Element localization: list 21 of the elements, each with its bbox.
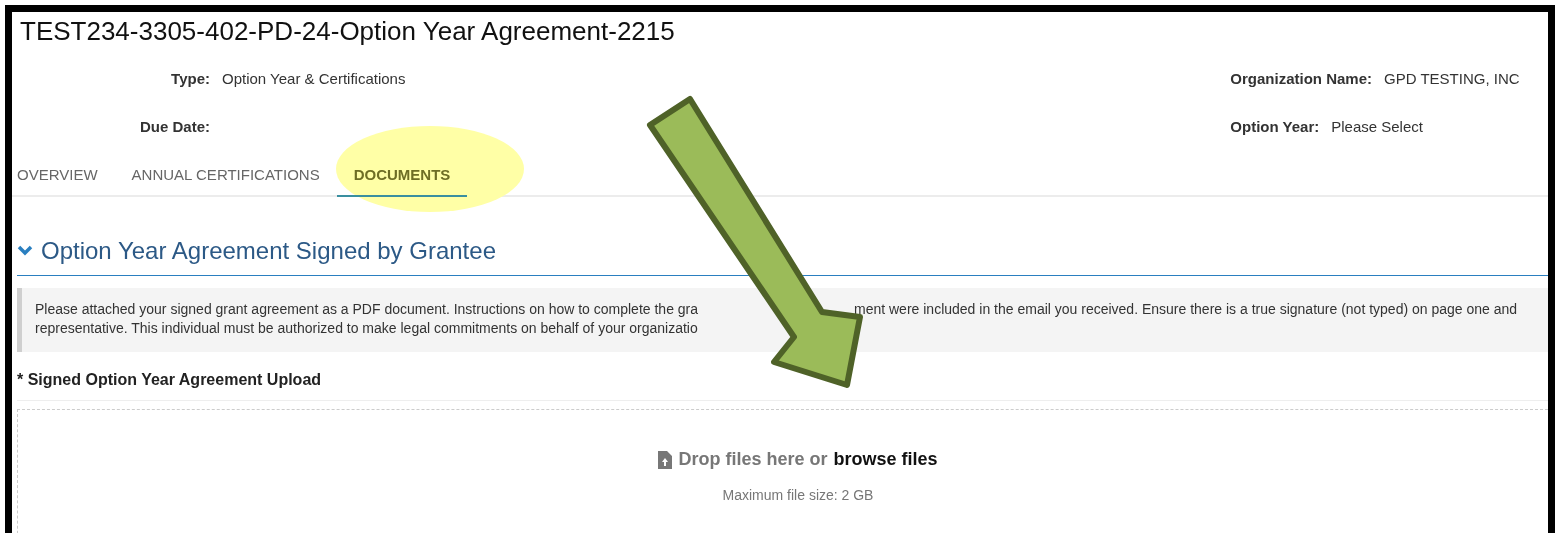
upload-label: * Signed Option Year Agreement Upload bbox=[17, 371, 322, 389]
page-title: TEST234-3305-402-PD-24-Option Year Agreement-2215 bbox=[19, 15, 676, 48]
instruction-text: representative. This individual must be authorized to make legal commitments on behalf of your organizatio bbox=[35, 320, 698, 337]
field-label: Organization Name: bbox=[1230, 68, 1372, 89]
field-label: Option Year: bbox=[1230, 116, 1320, 137]
instruction-text: ment were included in the email you received. Ensure there is a true signature (not typed) on page one and bbox=[854, 301, 1518, 318]
field-value: Please Select bbox=[1331, 116, 1424, 137]
tab[interactable]: ANNUAL CERTIFICATIONS bbox=[114, 155, 337, 198]
section-title: Option Year Agreement Signed by Grantee bbox=[41, 236, 496, 267]
drop-zone[interactable]: Drop files here or browse files Maximum file size: 2 GB bbox=[17, 409, 1548, 533]
instruction-text: Please attached your signed grant agreement as a PDF document. Instructions on how to complete the gra bbox=[35, 301, 699, 318]
field-value: Option Year & Certifications bbox=[222, 68, 406, 89]
browse-files-link[interactable]: browse files bbox=[833, 446, 938, 474]
field-label: Type: bbox=[170, 68, 210, 89]
field-value: GPD TESTING, INC bbox=[1384, 68, 1521, 89]
field-label: Due Date: bbox=[139, 116, 210, 137]
chevron-icon[interactable] bbox=[17, 245, 33, 258]
tab[interactable]: OVERVIEW bbox=[12, 155, 115, 198]
max-size-text: Maximum file size: 2 GB bbox=[722, 486, 874, 506]
file-upload-icon bbox=[658, 450, 673, 469]
drop-text: Drop files here or bbox=[678, 448, 828, 472]
